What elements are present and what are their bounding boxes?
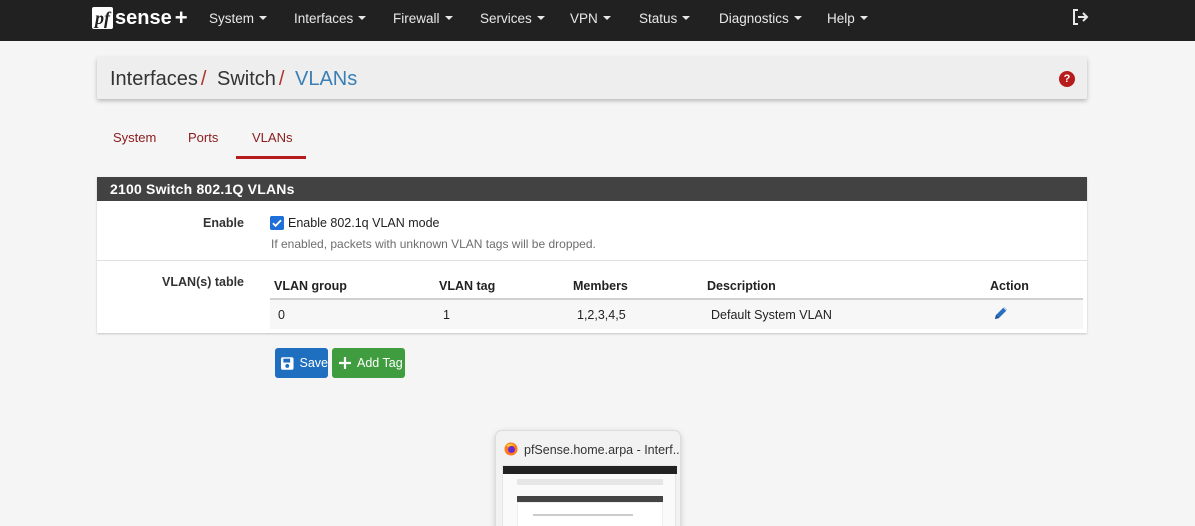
breadcrumb: Interfaces / Switch / VLANs (97, 57, 1087, 99)
breadcrumb-separator: / (200, 68, 207, 90)
firefox-icon (504, 442, 518, 456)
save-button-label: Save (299, 356, 329, 370)
breadcrumb-vlans[interactable]: VLANs (295, 68, 357, 90)
menu-services[interactable]: Services (480, 10, 545, 28)
help-icon[interactable]: ? (1059, 71, 1075, 87)
logo-sense: sense (115, 6, 172, 29)
breadcrumb-separator: / (278, 68, 285, 90)
pencil-icon[interactable] (992, 304, 1010, 322)
menu-help[interactable]: Help (827, 10, 868, 28)
caret-down-icon (536, 16, 545, 21)
menu-status-label: Status (639, 11, 678, 26)
enable-label: Enable (203, 216, 244, 230)
breadcrumb-switch-label: Switch (217, 68, 276, 90)
caret-down-icon (602, 16, 611, 21)
header-vlan-tag: VLAN tag (439, 279, 496, 293)
tab-vlans[interactable]: VLANs (252, 130, 292, 145)
menu-interfaces-label: Interfaces (294, 11, 354, 26)
caret-down-icon (358, 16, 367, 21)
breadcrumb-switch[interactable]: Switch / (217, 68, 284, 90)
save-button[interactable]: Save (275, 348, 328, 378)
cell-members: 1,2,3,4,5 (577, 308, 626, 322)
logout-icon[interactable] (1071, 8, 1089, 26)
preview-window-title: pfSense.home.arpa - Interf... (524, 443, 681, 457)
caret-down-icon (259, 16, 268, 21)
floppy-disk-icon (280, 356, 294, 370)
active-tab-indicator (236, 156, 306, 159)
logo-plus: + (174, 5, 188, 30)
breadcrumb-interfaces-label: Interfaces (110, 68, 198, 90)
caret-down-icon (793, 16, 802, 21)
logo-pf: pf (92, 7, 113, 29)
menu-diagnostics-label: Diagnostics (719, 11, 789, 26)
caret-down-icon (444, 16, 453, 21)
breadcrumb-interfaces[interactable]: Interfaces / (110, 68, 206, 90)
menu-vpn[interactable]: VPN (570, 10, 611, 28)
top-navbar: pf sense + System Interfaces Firewall Se… (0, 0, 1195, 41)
menu-status[interactable]: Status (639, 10, 691, 28)
menu-system[interactable]: System (209, 10, 268, 28)
caret-down-icon (859, 16, 868, 21)
menu-diagnostics[interactable]: Diagnostics (719, 10, 802, 28)
cell-vlan-tag: 1 (443, 308, 450, 322)
plus-icon (339, 357, 351, 369)
caret-down-icon (682, 16, 691, 21)
menu-firewall[interactable]: Firewall (393, 10, 453, 28)
enable-hint: If enabled, packets with unknown VLAN ta… (271, 237, 596, 251)
pfsense-logo[interactable]: pf sense + (92, 5, 188, 31)
tab-ports[interactable]: Ports (188, 130, 218, 145)
menu-system-label: System (209, 11, 255, 26)
vlan-table-label: VLAN(s) table (162, 275, 244, 289)
panel-title: 2100 Switch 802.1Q VLANs (97, 177, 1087, 201)
add-tag-button[interactable]: Add Tag (332, 348, 405, 378)
enable-vlan-checkbox-label[interactable]: Enable 802.1q VLAN mode (288, 216, 440, 230)
menu-services-label: Services (480, 11, 532, 26)
preview-thumbnail (502, 465, 677, 526)
header-members: Members (573, 279, 628, 293)
menu-help-label: Help (827, 11, 855, 26)
header-description: Description (707, 279, 776, 293)
menu-interfaces[interactable]: Interfaces (294, 10, 367, 28)
tab-system[interactable]: System (113, 130, 156, 145)
header-action: Action (990, 279, 1029, 293)
cell-description: Default System VLAN (711, 308, 832, 322)
cell-vlan-group: 0 (278, 308, 285, 322)
menu-firewall-label: Firewall (393, 11, 440, 26)
menu-vpn-label: VPN (570, 11, 598, 26)
header-vlan-group: VLAN group (274, 279, 347, 293)
add-tag-button-label: Add Tag (357, 356, 403, 370)
enable-vlan-checkbox[interactable] (270, 216, 284, 230)
taskbar-window-preview[interactable]: pfSense.home.arpa - Interf... (495, 430, 681, 526)
row-divider (97, 260, 1087, 261)
table-row (270, 300, 1083, 329)
